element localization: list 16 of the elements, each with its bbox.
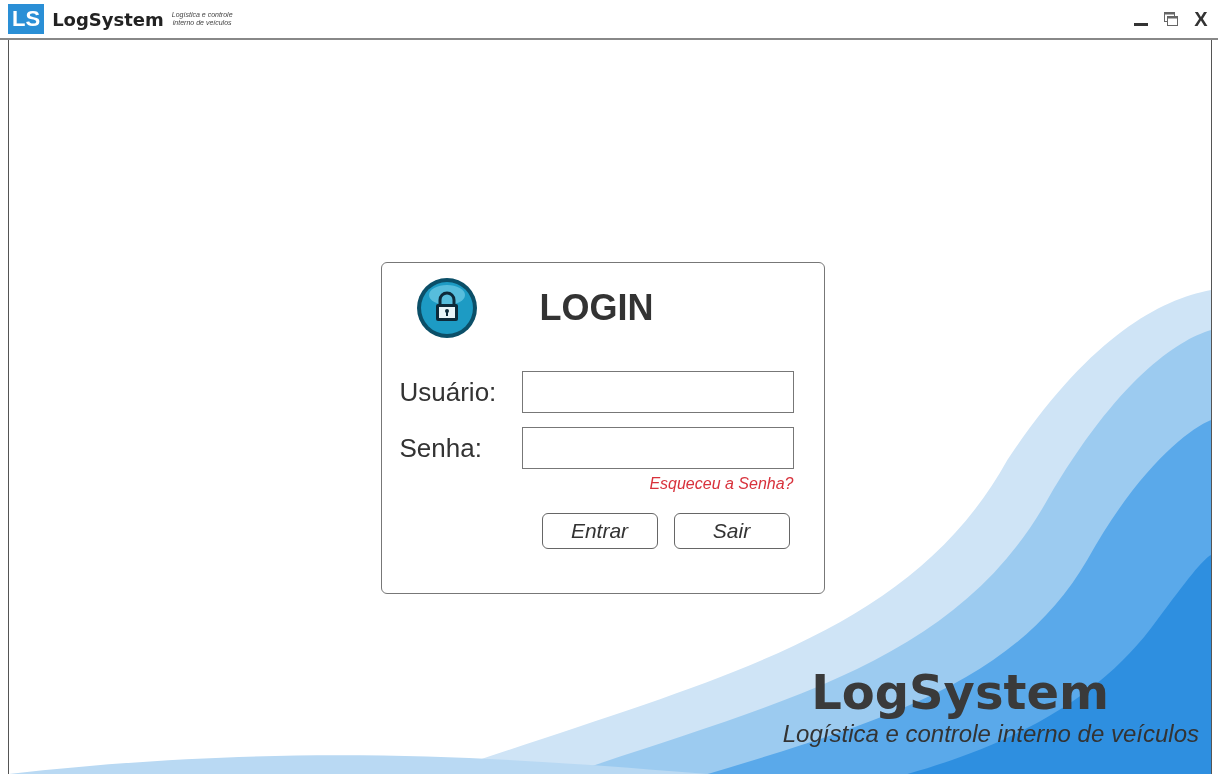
logo-mark: LS — [8, 4, 45, 34]
forgot-password-link[interactable]: Esqueceu a Senha? — [649, 475, 794, 492]
minimize-icon — [1134, 22, 1148, 26]
input-field[interactable] — [521, 427, 794, 469]
brand-subtitle: Logística e controle interno de veículos — [782, 720, 1199, 748]
close-button[interactable]: X — [1190, 8, 1212, 30]
login-action-button[interactable]: Entrar — [541, 513, 658, 549]
field-label: Senha: — [399, 432, 482, 464]
app-name: LogSystem — [52, 8, 164, 30]
login-title: LOGIN — [539, 287, 654, 329]
field-label: Usuário: — [399, 376, 497, 408]
restore-icon — [1163, 11, 1179, 27]
login-action-button[interactable]: Sair — [673, 513, 790, 549]
input-field[interactable] — [521, 371, 794, 413]
brand-name: LogSystem — [811, 664, 1109, 720]
padlock-icon — [415, 277, 478, 339]
